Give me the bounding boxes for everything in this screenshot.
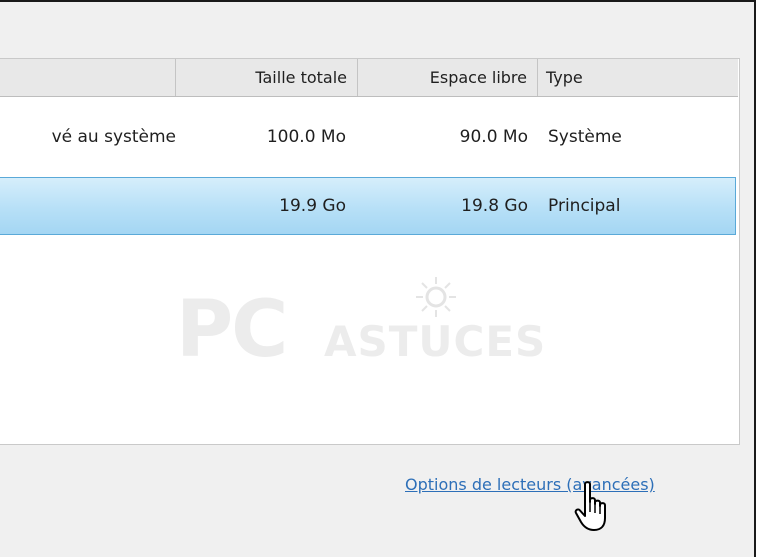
list-header: Taille totale Espace libre Type (0, 59, 738, 97)
partition-total-size: 19.9 Go (279, 196, 346, 216)
column-header-type[interactable]: Type (538, 59, 738, 96)
column-header-total-size[interactable]: Taille totale (176, 59, 358, 96)
watermark-logo-pc: PC (176, 285, 288, 375)
disk-partition-dialog: Taille totale Espace libre Type vé au sy… (0, 0, 756, 557)
column-header-name[interactable] (0, 59, 176, 96)
pcastuces-watermark: PC ASTUCES (176, 267, 596, 387)
partition-free-space: 90.0 Mo (459, 127, 528, 147)
table-row[interactable]: vé au système 100.0 Mo 90.0 Mo Système (0, 109, 736, 165)
partition-total-size: 100.0 Mo (266, 127, 346, 147)
watermark-logo-astuces: ASTUCES (324, 317, 547, 366)
table-row-selected[interactable]: 19.9 Go 19.8 Go Principal (0, 177, 736, 235)
partition-type: Principal (548, 196, 621, 216)
column-header-free-space[interactable]: Espace libre (358, 59, 538, 96)
partition-name: vé au système (51, 127, 176, 147)
hand-pointer-icon (574, 481, 606, 531)
sun-icon (416, 277, 456, 317)
partition-list[interactable]: Taille totale Espace libre Type vé au sy… (0, 58, 740, 445)
advanced-drive-options-link[interactable]: Options de lecteurs (avancées) (405, 475, 655, 494)
partition-type: Système (548, 127, 622, 147)
partition-free-space: 19.8 Go (461, 196, 528, 216)
partition-name (0, 178, 176, 234)
